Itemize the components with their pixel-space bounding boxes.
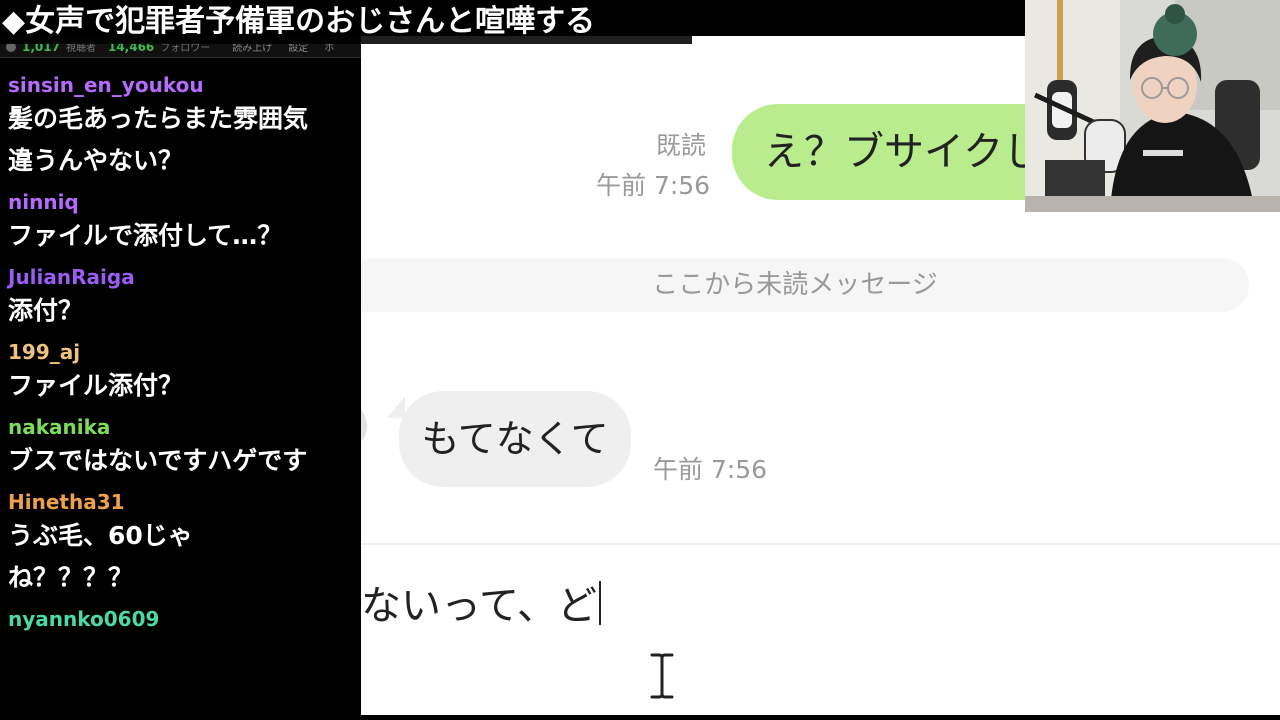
sent-message-bubble: え？ブサイクじゃ (732, 104, 1072, 200)
chat-message-text: ブスではないですハゲです (8, 446, 308, 475)
chat-message: nyannko0609 (8, 606, 361, 632)
stream-title-banner: ◆女声で犯罪者予備軍のおじさんと喧嘩する (0, 0, 692, 44)
webcam-overlay (1025, 0, 1280, 212)
read-receipt-label: 既読 (656, 131, 707, 160)
chat-message: Hinetha31 うぶ毛、60じゃ ね？？？？ (8, 489, 361, 599)
chat-panel: 1,017 視聴者 14,466 フォロワー 読み上げ 設定 ホ sinsin_… (0, 0, 361, 720)
chat-username[interactable]: nakanika (8, 414, 361, 440)
chat-username[interactable]: 199_aj (8, 339, 361, 365)
contact-avatar[interactable] (361, 401, 367, 451)
ibeam-cursor-icon (650, 653, 674, 699)
received-message-time: 午前 7:56 (653, 455, 768, 484)
chat-username[interactable]: Hinetha31 (8, 489, 361, 515)
sent-message-time: 午前 7:56 (596, 171, 711, 200)
chat-message-text: 添付？ (8, 296, 84, 325)
chat-message-list: sinsin_en_youkou 髪の毛あったらまた雰囲気 違うんやない？ ni… (8, 72, 361, 639)
chat-username[interactable]: sinsin_en_youkou (8, 72, 361, 98)
chat-message: JulianRaiga 添付？ (8, 264, 361, 332)
chat-username[interactable]: ninniq (8, 189, 361, 215)
chat-message: sinsin_en_youkou 髪の毛あったらまた雰囲気 違うんやない？ (8, 72, 361, 182)
chat-message-text: ファイル添付？ (8, 371, 184, 400)
received-message-bubble: もてなくて (399, 391, 631, 487)
input-divider (361, 543, 1280, 545)
chat-message: 199_aj ファイル添付？ (8, 339, 361, 407)
chat-message-text: うぶ毛、60じゃ ね？？？？ (8, 521, 193, 592)
chat-message: ninniq ファイルで添付して…？ (8, 189, 361, 257)
streamer-webcam-image (1025, 0, 1280, 212)
chat-message-text: ファイルで添付して…？ (8, 221, 283, 250)
chat-username[interactable]: JulianRaiga (8, 264, 361, 290)
unread-messages-divider: ここから未読メッセージ (361, 258, 1249, 312)
message-input-text: ないって、ど (361, 583, 597, 629)
message-input[interactable]: ないって、ど (361, 566, 1061, 646)
text-caret (599, 581, 601, 625)
received-bubble-tail (387, 396, 405, 418)
chat-username[interactable]: nyannko0609 (8, 606, 361, 632)
chat-message: nakanika ブスではないですハゲです (8, 414, 361, 482)
chat-message-text: 髪の毛あったらまた雰囲気 違うんやない？ (8, 104, 309, 175)
